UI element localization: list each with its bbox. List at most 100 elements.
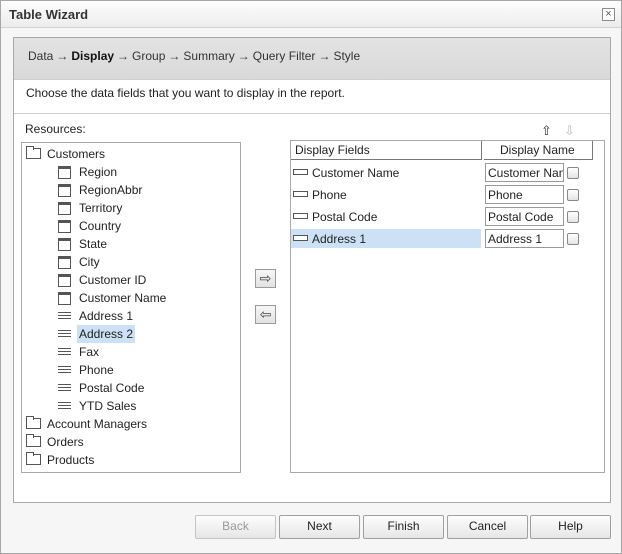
row-checkbox[interactable] xyxy=(567,167,579,179)
display-field-label: Customer Name xyxy=(312,166,400,180)
display-name-input[interactable]: Customer Nam xyxy=(485,163,564,182)
tree-item[interactable]: Orders xyxy=(22,433,240,451)
tree-item[interactable]: Phone xyxy=(22,361,240,379)
step-arrow-icon: → xyxy=(318,49,331,63)
tree-item[interactable]: State xyxy=(22,235,240,253)
button-bar: Back Next Finish Cancel Help xyxy=(1,515,621,545)
row-checkbox[interactable] xyxy=(567,189,579,201)
tree-item[interactable]: Customers xyxy=(22,145,240,163)
display-name-input[interactable]: Address 1 xyxy=(485,229,564,248)
field-icon xyxy=(58,256,71,269)
display-name-input[interactable]: Phone xyxy=(485,185,564,204)
tree-item-label: Region xyxy=(79,165,118,179)
tree-item[interactable]: City xyxy=(22,253,240,271)
field-icon xyxy=(293,169,308,175)
tree-item[interactable]: Region xyxy=(22,163,240,181)
step-arrow-icon: → xyxy=(168,49,181,63)
title-bar: Table Wizard × xyxy=(1,1,621,28)
tree-item-label: Territory xyxy=(79,201,123,215)
step-arrow-icon: → xyxy=(237,49,250,63)
help-button[interactable]: Help xyxy=(530,515,611,539)
tree-item[interactable]: YTD Sales xyxy=(22,397,240,415)
tree-item[interactable]: Country xyxy=(22,217,240,235)
lines-icon xyxy=(58,382,71,393)
row-checkbox[interactable] xyxy=(567,233,579,245)
step-summary[interactable]: Summary xyxy=(183,49,234,63)
tree-item-label: Phone xyxy=(79,363,114,377)
display-fields-table: Display Fields Display Name Customer Nam… xyxy=(290,140,605,473)
tree-item-label: RegionAbbr xyxy=(79,183,143,197)
display-field-cell[interactable]: Address 1 xyxy=(291,229,481,248)
display-row[interactable]: Phone Phone xyxy=(291,185,606,205)
lines-icon xyxy=(58,400,71,411)
tree-item[interactable]: Address 2 xyxy=(22,325,240,343)
tree-item[interactable]: RegionAbbr xyxy=(22,181,240,199)
display-name-header[interactable]: Display Name xyxy=(484,141,593,160)
resources-label: Resources: xyxy=(25,122,86,136)
display-field-cell[interactable]: Phone xyxy=(291,185,481,204)
back-button[interactable]: Back xyxy=(195,515,276,539)
tree-item[interactable]: Customer ID xyxy=(22,271,240,289)
table-wizard-dialog: Table Wizard × Data → Display → Group → Summar… xyxy=(0,0,622,554)
display-row[interactable]: Address 1 Address 1 xyxy=(291,229,606,249)
field-icon xyxy=(58,202,71,215)
tree-item[interactable]: Fax xyxy=(22,343,240,361)
tree-item-label: Postal Code xyxy=(79,381,145,395)
tree-item[interactable]: Postal Code xyxy=(22,379,240,397)
tree-item[interactable]: Customer Name xyxy=(22,289,240,307)
lines-icon xyxy=(58,364,71,375)
lines-icon xyxy=(58,328,71,339)
display-field-cell[interactable]: Postal Code xyxy=(291,207,481,226)
tree-item-label: Orders xyxy=(47,435,84,449)
close-icon[interactable]: × xyxy=(602,8,615,21)
tree-item-label: Customer Name xyxy=(79,291,167,305)
lines-icon xyxy=(58,346,71,357)
field-icon xyxy=(58,292,71,305)
step-style[interactable]: Style xyxy=(333,49,360,63)
folder-icon xyxy=(26,416,41,429)
instruction-text: Choose the data fields that you want to … xyxy=(14,80,610,114)
tree-item[interactable]: Products xyxy=(22,451,240,469)
finish-button[interactable]: Finish xyxy=(363,515,444,539)
row-checkbox[interactable] xyxy=(567,211,579,223)
step-group[interactable]: Group xyxy=(132,49,165,63)
field-icon xyxy=(58,220,71,233)
step-display[interactable]: Display xyxy=(71,49,114,63)
display-row[interactable]: Customer Name Customer Nam xyxy=(291,163,606,183)
next-button[interactable]: Next xyxy=(279,515,360,539)
tree-item[interactable]: Account Managers xyxy=(22,415,240,433)
tree-item-label: Customer ID xyxy=(79,273,147,287)
step-query-filter[interactable]: Query Filter xyxy=(253,49,316,63)
step-data[interactable]: Data xyxy=(28,49,53,63)
wizard-steps: Data → Display → Group → Summary → Query Filter →… xyxy=(14,38,610,80)
tree-item[interactable]: Address 1 xyxy=(22,307,240,325)
field-icon xyxy=(293,213,308,219)
lines-icon xyxy=(58,310,71,321)
field-icon xyxy=(58,238,71,251)
folder-icon xyxy=(26,452,41,465)
tree-item-label: City xyxy=(79,255,100,269)
display-field-label: Phone xyxy=(312,188,347,202)
add-field-button[interactable]: ⇨ xyxy=(255,269,276,288)
tree-item-label: Account Managers xyxy=(47,417,148,431)
tree-item-label: Country xyxy=(79,219,122,233)
folder-icon xyxy=(26,434,41,447)
move-down-icon[interactable]: ⇩ xyxy=(564,123,575,139)
display-field-cell[interactable]: Customer Name xyxy=(291,163,481,182)
wizard-content: Data → Display → Group → Summary → Query Filter →… xyxy=(13,37,611,503)
tree-item-label: Address 2 xyxy=(77,325,136,343)
field-icon xyxy=(293,235,308,241)
display-row[interactable]: Postal Code Postal Code xyxy=(291,207,606,227)
open-folder-icon xyxy=(26,146,41,159)
tree-item[interactable]: Territory xyxy=(22,199,240,217)
display-fields-header[interactable]: Display Fields xyxy=(291,141,482,160)
remove-field-button[interactable]: ⇦ xyxy=(255,305,276,324)
resources-tree[interactable]: Customers Region RegionAbbr Territory Countr… xyxy=(21,142,241,473)
display-name-input[interactable]: Postal Code xyxy=(485,207,564,226)
field-icon xyxy=(58,184,71,197)
display-field-label: Address 1 xyxy=(312,232,367,246)
cancel-button[interactable]: Cancel xyxy=(447,515,528,539)
tree-item-label: Products xyxy=(47,453,95,467)
move-up-icon[interactable]: ⇧ xyxy=(541,123,552,139)
step-arrow-icon: → xyxy=(56,49,69,63)
